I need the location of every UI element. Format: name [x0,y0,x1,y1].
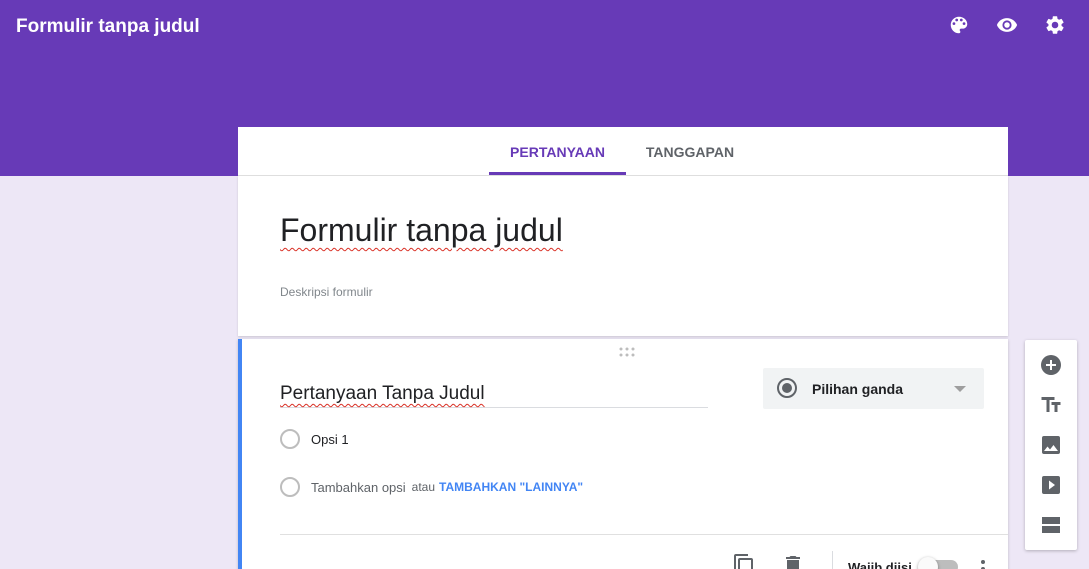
radio-icon [280,477,300,497]
add-section-icon[interactable] [1039,513,1063,537]
add-video-icon[interactable] [1039,473,1063,497]
side-toolbar [1025,340,1077,550]
tabs-bar: PERTANYAAN TANGGAPAN [238,127,1008,176]
footer-divider [832,551,833,569]
app-title: Formulir tanpa judul [16,16,200,37]
add-other-link[interactable]: TAMBAHKAN "LAINNYA" [439,480,583,494]
eye-icon[interactable] [995,13,1019,37]
question-card[interactable]: Pertanyaan Tanpa Judul Pilihan ganda Ops… [238,339,1008,569]
form-title-input[interactable]: Formulir tanpa judul [280,212,563,249]
tab-questions[interactable]: PERTANYAAN [489,127,626,175]
or-text: atau [411,480,436,494]
palette-icon[interactable] [947,13,971,37]
add-option-row: Tambahkan opsi atau TAMBAHKAN "LAINNYA" [280,476,583,498]
add-title-icon[interactable] [1039,393,1063,417]
form-title-card: Formulir tanpa judul Deskripsi formulir [238,176,1008,336]
add-image-icon[interactable] [1039,433,1063,457]
required-toggle[interactable] [918,557,958,569]
more-vert-icon[interactable] [974,557,992,569]
option-label[interactable]: Opsi 1 [311,432,349,447]
question-type-label: Pilihan ganda [812,381,904,397]
gear-icon[interactable] [1043,13,1067,37]
drag-handle-icon[interactable] [618,345,636,357]
header-actions [947,13,1067,37]
add-option-input[interactable]: Tambahkan opsi [311,480,406,495]
add-question-icon[interactable] [1039,353,1063,377]
question-type-dropdown[interactable]: Pilihan ganda [763,368,984,409]
trash-icon[interactable] [781,553,805,569]
radio-checked-icon [777,378,797,398]
question-title-input[interactable]: Pertanyaan Tanpa Judul [280,383,708,408]
radio-icon [280,429,300,449]
question-title-text: Pertanyaan Tanpa Judul [280,383,485,404]
divider [280,534,1008,535]
tab-responses[interactable]: TANGGAPAN [626,127,754,175]
option-row: Opsi 1 [280,428,349,450]
caret-down-icon [954,386,966,392]
duplicate-icon[interactable] [732,553,756,569]
required-label: Wajib diisi [848,560,912,569]
form-description-input[interactable]: Deskripsi formulir [280,285,373,299]
